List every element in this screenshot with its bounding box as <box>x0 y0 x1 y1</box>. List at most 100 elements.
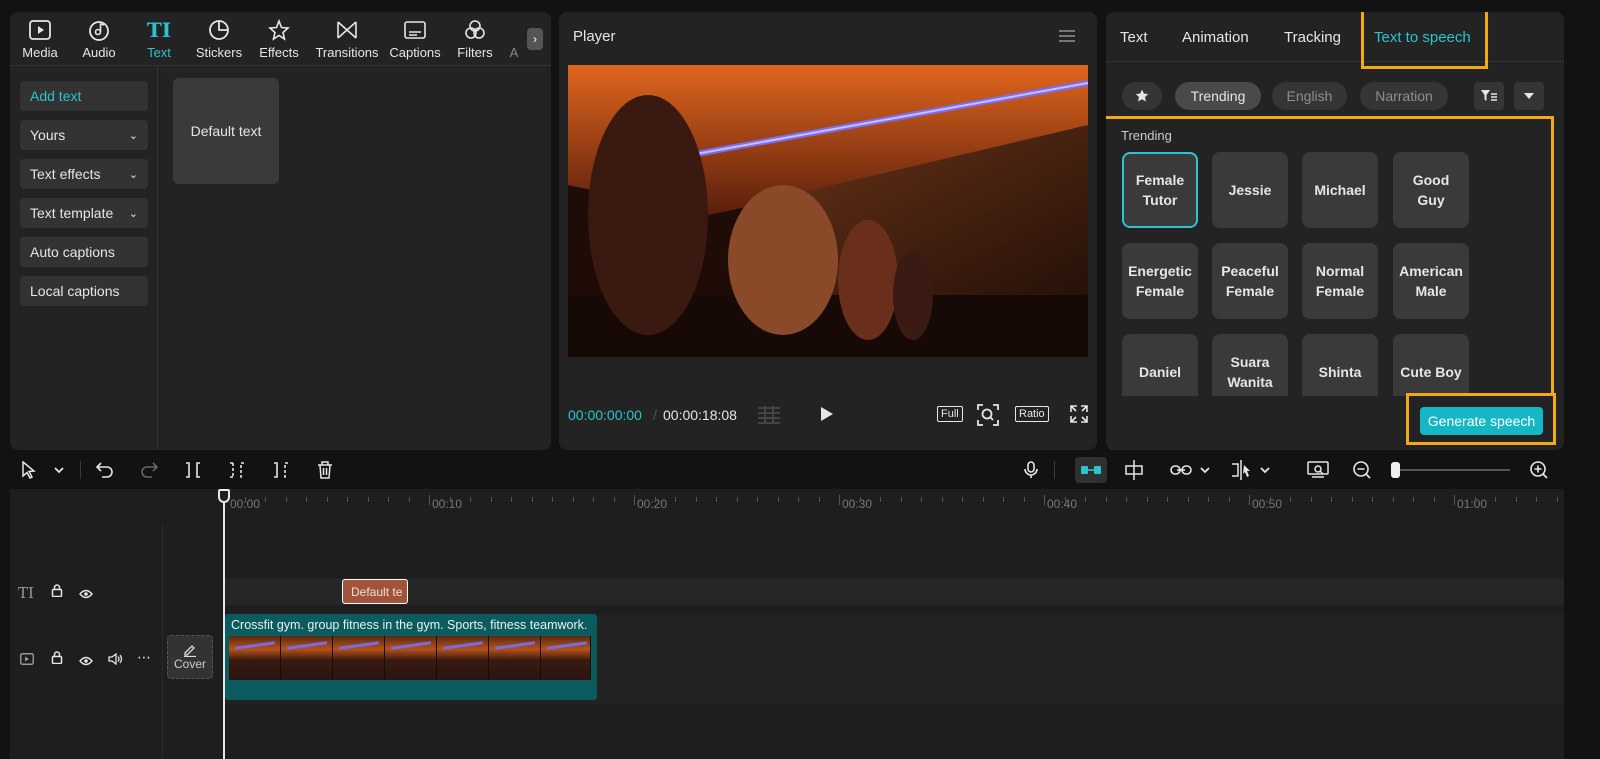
voice-daniel[interactable]: Daniel <box>1122 334 1198 396</box>
tab-text-to-speech[interactable]: Text to speech <box>1374 29 1471 46</box>
voice-filter-button[interactable] <box>1474 82 1504 110</box>
voice-label: Female <box>1135 283 1185 299</box>
link-dropdown[interactable] <box>1194 459 1216 481</box>
timeline-toolbar <box>10 453 1564 487</box>
voice-label: Male <box>1415 283 1447 299</box>
chip-english[interactable]: English <box>1272 82 1347 110</box>
tab-filters[interactable]: Filters <box>446 12 504 66</box>
eye-icon[interactable] <box>79 586 93 604</box>
tab-stickers[interactable]: Stickers <box>190 12 248 66</box>
snap-button[interactable] <box>1123 459 1145 481</box>
split-right-button[interactable] <box>270 459 292 481</box>
video-clip[interactable]: Crossfit gym. group fitness in the gym. … <box>225 614 597 700</box>
zoom-in-button[interactable] <box>1528 459 1550 481</box>
tab-media[interactable]: Media <box>10 12 70 66</box>
yours-menu[interactable]: Yours ⌄ <box>20 120 148 150</box>
voice-michael[interactable]: Michael <box>1302 152 1378 228</box>
full-button[interactable]: Full <box>937 406 963 422</box>
playhead[interactable] <box>223 489 225 759</box>
voice-good-guy[interactable]: Good Guy <box>1393 152 1469 228</box>
link-button[interactable] <box>1170 459 1192 481</box>
cover-button[interactable]: Cover <box>167 635 213 679</box>
tab-tracking[interactable]: Tracking <box>1284 29 1341 46</box>
zoom-slider[interactable] <box>1394 469 1510 471</box>
eye-icon[interactable] <box>79 653 93 671</box>
tab-animation[interactable]: Animation <box>1182 29 1249 46</box>
select-tool-button[interactable] <box>18 459 40 481</box>
voice-shinta[interactable]: Shinta <box>1302 334 1378 396</box>
tab-text[interactable]: TI Text <box>128 12 190 66</box>
play-button[interactable] <box>820 406 834 427</box>
zoom-out-button[interactable] <box>1351 459 1373 481</box>
voice-normal-female[interactable]: Normal Female <box>1302 243 1378 319</box>
text-clip[interactable]: Default te <box>342 579 408 604</box>
tab-label: A <box>509 44 519 60</box>
menu-icon[interactable] <box>1059 30 1075 42</box>
voice-label: Normal <box>1315 263 1365 279</box>
adjust-icon <box>504 19 524 41</box>
ruler-tick <box>675 497 676 502</box>
preview-axis-dropdown[interactable] <box>1254 459 1276 481</box>
auto-captions-button[interactable]: Auto captions <box>20 237 148 267</box>
tab-adjust[interactable]: A <box>504 12 524 66</box>
default-text-card[interactable]: Default text <box>173 78 279 184</box>
ruler-tick <box>1187 497 1189 502</box>
tab-transitions[interactable]: Transitions <box>310 12 384 66</box>
record-audio-button[interactable] <box>1020 459 1042 481</box>
menu-label: Yours <box>30 127 66 143</box>
play-icon <box>821 407 833 421</box>
add-text-button[interactable]: Add text <box>20 81 148 111</box>
video-preview[interactable] <box>568 65 1088 357</box>
voice-jessie[interactable]: Jessie <box>1212 152 1288 228</box>
voice-suara-wanita[interactable]: Suara Wanita <box>1212 334 1288 396</box>
chip-trending[interactable]: Trending <box>1175 82 1261 110</box>
chip-narration[interactable]: Narration <box>1360 82 1448 110</box>
split-left-button[interactable] <box>226 459 248 481</box>
fullscreen-button[interactable] <box>1070 405 1088 428</box>
text-effects-menu[interactable]: Text effects ⌄ <box>20 159 148 189</box>
ruler-tick <box>1495 497 1496 502</box>
text-template-menu[interactable]: Text template ⌄ <box>20 198 148 228</box>
tab-label: Audio <box>82 44 116 60</box>
link-icon <box>1170 465 1192 475</box>
local-captions-button[interactable]: Local captions <box>20 276 148 306</box>
volume-icon[interactable] <box>108 652 123 670</box>
zoom-fit-button[interactable] <box>977 404 999 431</box>
favorites-chip[interactable] <box>1122 82 1162 110</box>
waveform-icon[interactable] <box>756 406 782 424</box>
voice-energetic-female[interactable]: Energetic Female <box>1122 243 1198 319</box>
select-mode-dropdown[interactable] <box>48 459 70 481</box>
tab-captions[interactable]: Captions <box>384 12 446 66</box>
split-right-icon <box>274 462 288 478</box>
playhead-handle[interactable] <box>218 489 230 503</box>
zoom-in-icon <box>1530 461 1548 479</box>
redo-button[interactable] <box>138 459 160 481</box>
lock-icon[interactable] <box>51 651 63 669</box>
voice-cute-boy[interactable]: Cute Boy <box>1393 334 1469 396</box>
voice-female-tutor[interactable]: Female Tutor <box>1122 152 1198 228</box>
ruler-tick <box>1331 497 1332 502</box>
fit-timeline-button[interactable] <box>1307 459 1329 481</box>
ruler-tick <box>408 497 410 502</box>
voice-american-male[interactable]: American Male <box>1393 243 1469 319</box>
zoom-slider-handle[interactable] <box>1391 462 1400 478</box>
tabs-scroll-right-button[interactable]: › <box>527 28 543 50</box>
voice-label: Cute Boy <box>1400 364 1462 380</box>
voice-peaceful-female[interactable]: Peaceful Female <box>1212 243 1288 319</box>
generate-speech-button[interactable]: Generate speech <box>1420 407 1543 435</box>
tab-effects[interactable]: Effects <box>248 12 310 66</box>
split-button[interactable] <box>182 459 204 481</box>
tab-text-properties[interactable]: Text <box>1120 29 1148 46</box>
text-track <box>225 578 1564 605</box>
lock-icon[interactable] <box>51 584 63 602</box>
tab-audio[interactable]: Audio <box>70 12 128 66</box>
undo-button[interactable] <box>94 459 116 481</box>
preview-axis-button[interactable] <box>1230 459 1252 481</box>
ratio-button[interactable]: Ratio <box>1015 406 1049 422</box>
ruler-tick <box>449 497 451 502</box>
main-track-magnet-button[interactable] <box>1075 457 1107 483</box>
more-icon[interactable]: ⋯ <box>137 649 151 666</box>
expand-filters-button[interactable] <box>1514 82 1544 110</box>
voice-label: Suara <box>1230 354 1270 370</box>
delete-button[interactable] <box>314 459 336 481</box>
